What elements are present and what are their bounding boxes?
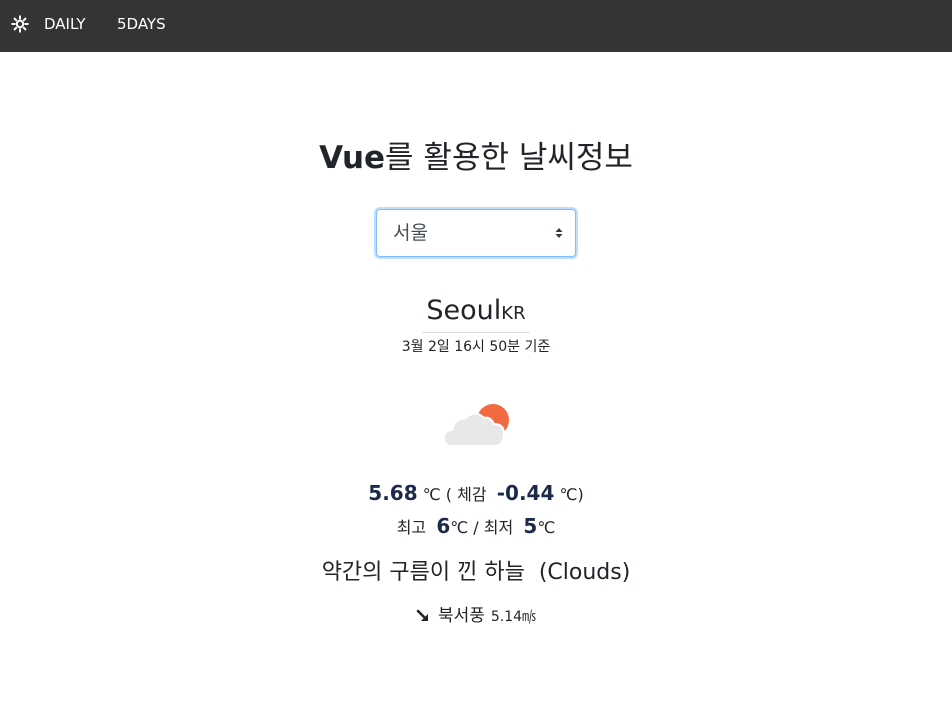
weather-description-line: 약간의 구름이 낀 하늘 (Clouds)	[0, 557, 952, 589]
current-temp-unit: ℃ ( 체감	[422, 485, 487, 504]
observation-timestamp: 3월 2일 16시 50분 기준	[401, 339, 551, 355]
city-heading: SeoulKR	[0, 294, 952, 333]
arrow-down-right-icon	[416, 609, 428, 621]
page-title: Vue를 활용한 날씨정보	[0, 136, 952, 180]
nav-5days-link[interactable]: 5DAYS	[117, 15, 166, 33]
sort-arrows-icon	[555, 228, 563, 238]
wind-line: 북서풍 5.14㎧	[0, 603, 952, 630]
top-navbar: DAILY 5DAYS	[0, 0, 952, 52]
sun-gear-icon[interactable]	[11, 15, 29, 33]
city-select-value: 서울	[393, 222, 428, 244]
max-label: 최고	[396, 518, 427, 537]
weather-main: (Clouds)	[538, 560, 631, 585]
feels-like-unit: ℃)	[559, 485, 584, 504]
city-select[interactable]: 서울	[376, 209, 576, 257]
temperature-line: 5.68 ℃ ( 체감 -0.44 ℃)	[0, 479, 952, 509]
city-name: Seoul	[426, 295, 502, 326]
current-temp: 5.68	[368, 481, 418, 505]
min-max-line: 최고 6℃ / 최저 5℃	[0, 512, 952, 542]
min-unit: ℃	[537, 518, 556, 537]
nav-daily-link[interactable]: DAILY	[44, 15, 86, 33]
city-name-wrap: SeoulKR	[422, 294, 530, 333]
page-title-rest: 를 활용한 날씨정보	[385, 140, 633, 176]
wind-direction: 북서풍	[437, 606, 485, 626]
weather-description: 약간의 구름이 낀 하늘	[321, 560, 525, 585]
wind-speed: 5.14㎧	[490, 609, 537, 625]
country-code: KR	[501, 303, 526, 324]
max-temp: 6	[436, 514, 451, 538]
page-title-strong: Vue	[319, 140, 386, 176]
max-unit: ℃ / 최저	[450, 518, 514, 537]
feels-like-temp: -0.44	[496, 481, 555, 505]
cloud-with-sun-icon	[442, 404, 509, 447]
min-temp: 5	[523, 514, 538, 538]
